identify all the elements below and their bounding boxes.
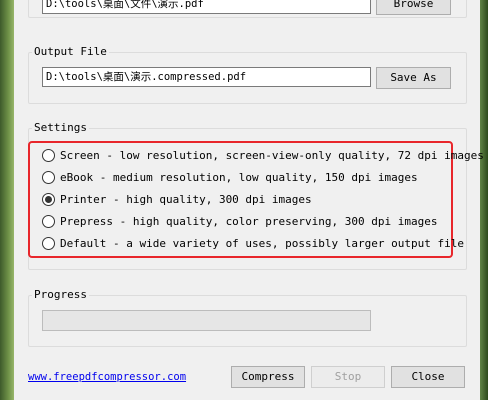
radio-button[interactable] [42,236,55,250]
radio-button-checked[interactable] [42,192,55,206]
compress-button[interactable]: Compress [231,366,305,388]
radio-label: Screen - low resolution, screen-view-onl… [60,148,484,162]
radio-option-printer[interactable]: Printer - high quality, 300 dpi images [42,190,312,208]
background-leaf-left [0,0,14,400]
radio-label: Default - a wide variety of uses, possib… [60,236,464,250]
radio-button[interactable] [42,148,55,162]
radio-button[interactable] [42,214,55,228]
radio-option-default[interactable]: Default - a wide variety of uses, possib… [42,234,464,252]
radio-label: Prepress - high quality, color preservin… [60,214,438,228]
output-file-label: Output File [32,45,109,58]
radio-option-screen[interactable]: Screen - low resolution, screen-view-onl… [42,146,484,164]
stop-button[interactable]: Stop [311,366,385,388]
radio-label: Printer - high quality, 300 dpi images [60,192,312,206]
close-button[interactable]: Close [391,366,465,388]
input-file-field[interactable]: D:\tools\桌面\文件\演示.pdf [42,0,371,14]
website-link[interactable]: www.freepdfcompressor.com [28,371,186,383]
radio-option-ebook[interactable]: eBook - medium resolution, low quality, … [42,168,418,186]
browse-button[interactable]: Browse [376,0,451,15]
output-file-field[interactable]: D:\tools\桌面\演示.compressed.pdf [42,67,371,87]
settings-label: Settings [32,121,89,134]
progress-label: Progress [32,288,89,301]
radio-option-prepress[interactable]: Prepress - high quality, color preservin… [42,212,438,230]
radio-label: eBook - medium resolution, low quality, … [60,170,418,184]
progress-bar [42,310,371,331]
radio-button[interactable] [42,170,55,184]
save-as-button[interactable]: Save As [376,67,451,89]
app-window: D:\tools\桌面\文件\演示.pdf Browse Output File… [14,0,484,400]
